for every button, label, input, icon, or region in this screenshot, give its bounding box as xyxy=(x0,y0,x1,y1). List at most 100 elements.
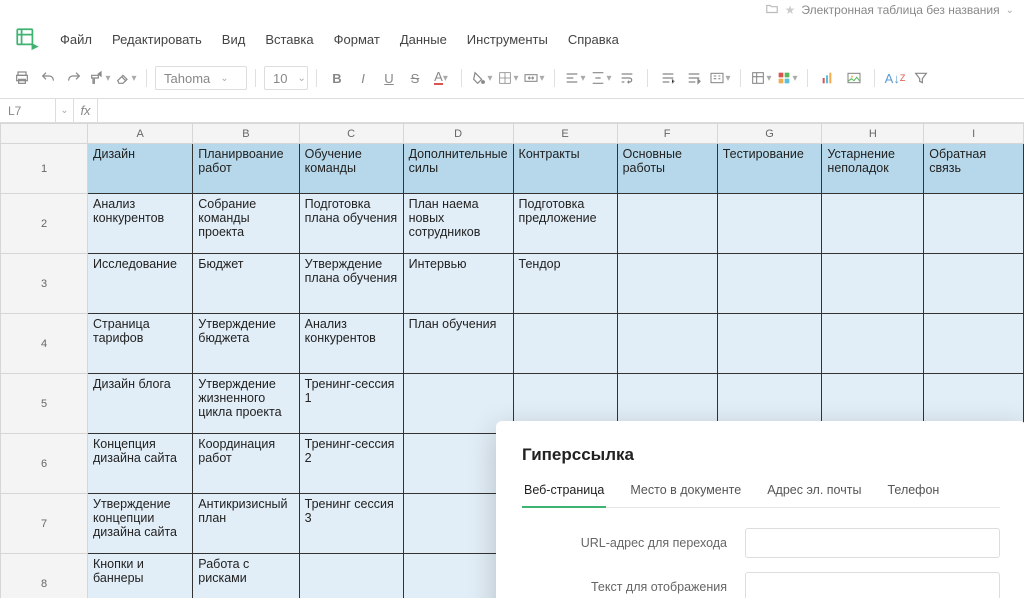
cell[interactable]: Устарнение неполадок xyxy=(822,144,924,194)
cell[interactable]: Тестирование xyxy=(717,144,822,194)
cell[interactable]: Обучение команды xyxy=(299,144,403,194)
row-header[interactable]: 3 xyxy=(1,254,88,314)
undo-button[interactable] xyxy=(36,66,60,90)
cell[interactable]: Интервью xyxy=(403,254,513,314)
menu-data[interactable]: Данные xyxy=(400,32,447,47)
cell[interactable] xyxy=(924,314,1024,374)
cell[interactable]: Бюджет xyxy=(193,254,299,314)
clear-button[interactable]: ▾ xyxy=(114,66,138,90)
row-header[interactable]: 1 xyxy=(1,144,88,194)
cell[interactable]: Утверждение плана обучения xyxy=(299,254,403,314)
number-format-button[interactable]: ▾ xyxy=(708,66,732,90)
print-button[interactable] xyxy=(10,66,34,90)
cell[interactable]: Подготовка плана обучения xyxy=(299,194,403,254)
underline-button[interactable]: U xyxy=(377,66,401,90)
cell[interactable]: Дизайн xyxy=(88,144,193,194)
col-header[interactable]: B xyxy=(193,124,299,144)
col-header[interactable]: G xyxy=(717,124,822,144)
col-header[interactable]: A xyxy=(88,124,193,144)
cell[interactable]: Утверждение бюджета xyxy=(193,314,299,374)
cell[interactable] xyxy=(717,194,822,254)
strike-button[interactable]: S xyxy=(403,66,427,90)
col-header[interactable]: D xyxy=(403,124,513,144)
increase-decimal-button[interactable] xyxy=(656,66,680,90)
cell[interactable]: Анализ конкурентов xyxy=(88,194,193,254)
menu-format[interactable]: Формат xyxy=(334,32,380,47)
select-all-corner[interactable] xyxy=(1,124,88,144)
col-header[interactable]: C xyxy=(299,124,403,144)
cell[interactable]: Тренинг-сессия 1 xyxy=(299,374,403,434)
cell[interactable]: План обучения xyxy=(403,314,513,374)
conditional-format-button[interactable]: ▾ xyxy=(775,66,799,90)
title-chevron-icon[interactable]: ⌄ xyxy=(1006,5,1014,16)
menu-view[interactable]: Вид xyxy=(222,32,246,47)
cell[interactable]: Контракты xyxy=(513,144,617,194)
cell[interactable]: Тренинг сессия 3 xyxy=(299,494,403,554)
row-header[interactable]: 2 xyxy=(1,194,88,254)
cell[interactable]: Анализ конкурентов xyxy=(299,314,403,374)
cell[interactable]: Исследование xyxy=(88,254,193,314)
cell[interactable]: Дополнительные силы xyxy=(403,144,513,194)
cell[interactable]: Дизайн блога xyxy=(88,374,193,434)
col-header[interactable]: E xyxy=(513,124,617,144)
cell[interactable]: Антикризисный план xyxy=(193,494,299,554)
tab-email[interactable]: Адрес эл. почты xyxy=(765,483,863,507)
format-painter-button[interactable]: ▾ xyxy=(88,66,112,90)
cell[interactable] xyxy=(617,254,717,314)
cell[interactable]: Тренинг-сессия 2 xyxy=(299,434,403,494)
fill-color-button[interactable]: ▾ xyxy=(470,66,494,90)
cell[interactable]: Планирвоание работ xyxy=(193,144,299,194)
insert-chart-button[interactable] xyxy=(816,66,840,90)
display-text-input[interactable] xyxy=(745,572,1000,598)
row-header[interactable]: 6 xyxy=(1,434,88,494)
insert-cells-button[interactable]: ▾ xyxy=(749,66,773,90)
bold-button[interactable]: B xyxy=(325,66,349,90)
col-header[interactable]: H xyxy=(822,124,924,144)
valign-button[interactable]: ▾ xyxy=(589,66,613,90)
spreadsheet-area[interactable]: ABCDEFGHI 1ДизайнПланирвоание работОбуче… xyxy=(0,123,1024,598)
cell[interactable]: План наема новых сотрудников xyxy=(403,194,513,254)
cell[interactable] xyxy=(299,554,403,598)
cell[interactable]: Утверждение концепции дизайна сайта xyxy=(88,494,193,554)
cell[interactable]: Подготовка предложение xyxy=(513,194,617,254)
cell[interactable] xyxy=(617,194,717,254)
cell[interactable] xyxy=(822,194,924,254)
font-family-select[interactable]: Tahoma⌄ xyxy=(155,66,247,90)
cell[interactable] xyxy=(717,254,822,314)
menu-edit[interactable]: Редактировать xyxy=(112,32,202,47)
url-input[interactable] xyxy=(745,528,1000,558)
italic-button[interactable]: I xyxy=(351,66,375,90)
row-header[interactable]: 5 xyxy=(1,374,88,434)
tab-web-page[interactable]: Веб-страница xyxy=(522,483,606,507)
cell[interactable]: Координация работ xyxy=(193,434,299,494)
row-header[interactable]: 7 xyxy=(1,494,88,554)
menu-help[interactable]: Справка xyxy=(568,32,619,47)
font-size-select[interactable]: 10⌄ xyxy=(264,66,308,90)
cell[interactable] xyxy=(924,254,1024,314)
font-color-button[interactable]: A▾ xyxy=(429,66,453,90)
cell[interactable]: Основные работы xyxy=(617,144,717,194)
cell[interactable] xyxy=(924,194,1024,254)
col-header[interactable]: F xyxy=(617,124,717,144)
col-header[interactable]: I xyxy=(924,124,1024,144)
filter-button[interactable] xyxy=(909,66,933,90)
cell[interactable] xyxy=(822,314,924,374)
merge-button[interactable]: ▾ xyxy=(522,66,546,90)
star-icon[interactable]: ★ xyxy=(785,3,796,17)
name-box-chevron-icon[interactable]: ⌄ xyxy=(56,99,74,122)
name-box[interactable]: L7 xyxy=(0,99,56,122)
cell[interactable] xyxy=(822,254,924,314)
fx-label[interactable]: fx xyxy=(74,99,98,122)
menu-insert[interactable]: Вставка xyxy=(265,32,313,47)
cell[interactable]: Концепция дизайна сайта xyxy=(88,434,193,494)
cell[interactable] xyxy=(617,314,717,374)
menu-tools[interactable]: Инструменты xyxy=(467,32,548,47)
decrease-decimal-button[interactable] xyxy=(682,66,706,90)
cell[interactable]: Кнопки и баннеры xyxy=(88,554,193,598)
borders-button[interactable]: ▾ xyxy=(496,66,520,90)
sort-button[interactable]: A↓Z xyxy=(883,66,907,90)
wrap-button[interactable] xyxy=(615,66,639,90)
cell[interactable]: Утверждение жизненного цикла проекта xyxy=(193,374,299,434)
cell[interactable] xyxy=(717,314,822,374)
menu-file[interactable]: Файл xyxy=(60,32,92,47)
